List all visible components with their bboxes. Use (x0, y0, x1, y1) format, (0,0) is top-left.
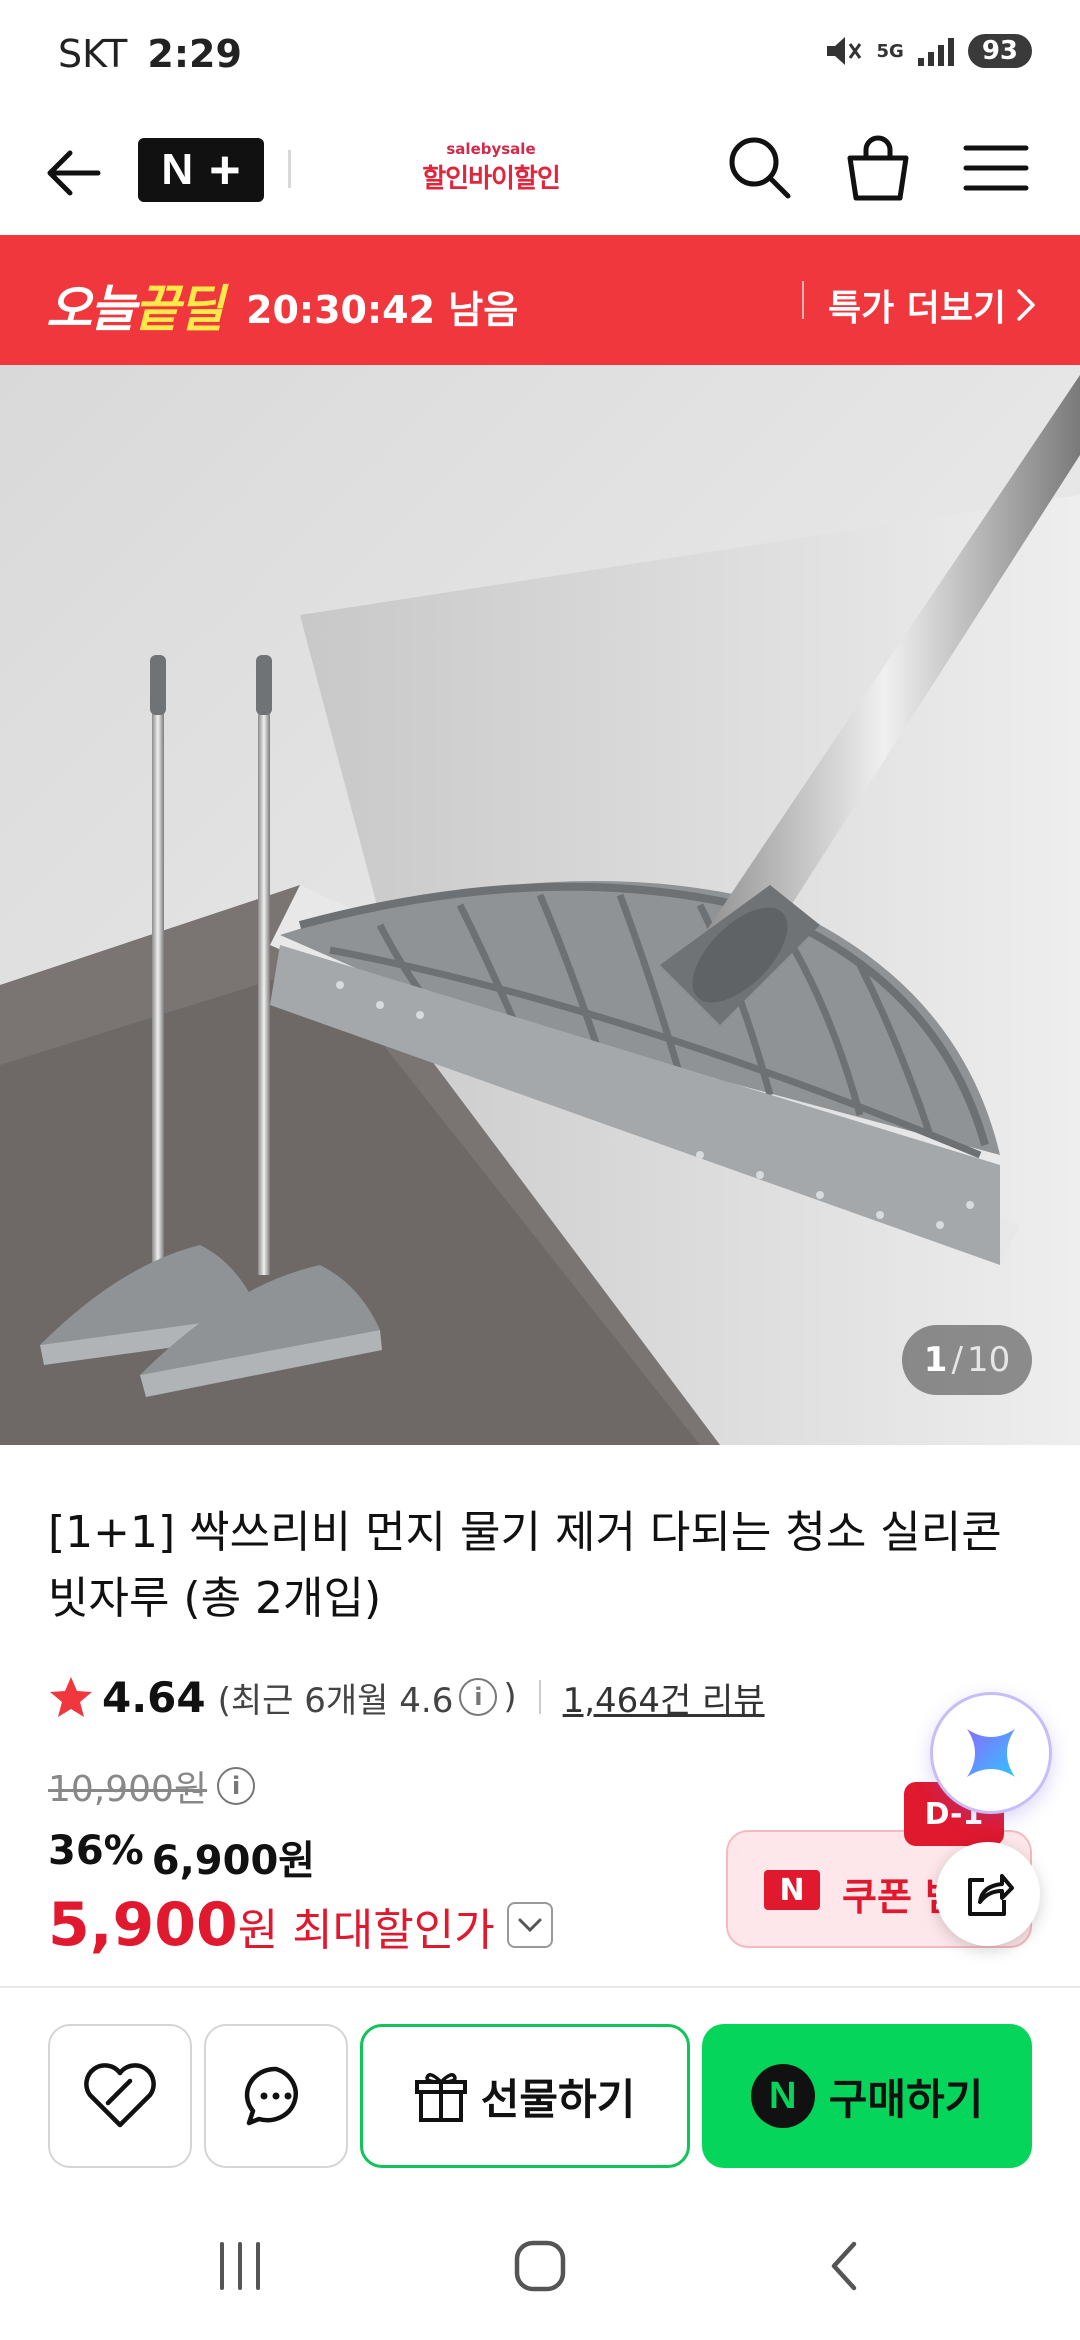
share-icon (968, 1874, 1014, 1916)
clock: 2:29 (147, 32, 242, 76)
chevron-down-icon (518, 1918, 542, 1933)
discount-rate: 36% (48, 1828, 144, 1874)
today-deal-banner[interactable]: 오늘끝딜 20:30:42 남음 특가 더보기 (0, 235, 1080, 365)
status-bar: SKT 2:29 5G 93 (0, 0, 1080, 110)
recent-apps-icon (220, 2242, 260, 2290)
max-discount-price: 5,900 (48, 1890, 238, 1960)
store-logo-main: 할인바이할인 (422, 164, 561, 194)
recent-apps-button[interactable] (190, 2226, 290, 2306)
max-discount-dropdown[interactable] (506, 1902, 553, 1948)
recent-rating-text: (최근 6개월 4.6 (217, 1680, 454, 1721)
store-logo-sub: salebysale (446, 140, 536, 158)
image-counter-total: 10 (966, 1340, 1011, 1380)
sale-price-row: 36% 6,900원 (48, 1828, 315, 1886)
sale-price: 6,900원 (151, 1838, 316, 1884)
ai-assistant-button[interactable] (930, 1692, 1052, 1814)
back-button[interactable] (40, 138, 110, 208)
recent-rating-close: ) (503, 1677, 517, 1717)
deal-logo-part1: 오늘 (46, 280, 136, 338)
cart-button[interactable] (838, 128, 918, 208)
original-price-row: 10,900원 i (48, 1760, 256, 1812)
deal-divider (802, 281, 804, 319)
top-header: N + salebysale 할인바이할인 (0, 110, 1080, 235)
ai-sparkle-icon (967, 1729, 1015, 1777)
max-discount-unit: 원 (237, 1905, 279, 1956)
chevron-left-icon (831, 2241, 857, 2291)
deal-timer: 20:30:42 남음 (246, 288, 519, 332)
naver-n-icon: N (764, 1870, 820, 1910)
info-icon[interactable]: i (459, 1678, 498, 1716)
product-photo (0, 365, 1080, 1445)
hamburger-menu-icon (963, 145, 1029, 191)
plus-icon: + (209, 140, 241, 200)
price-info-icon[interactable]: i (217, 1767, 256, 1805)
shopping-bag-icon (847, 135, 909, 201)
rating-score: 4.64 (102, 1672, 206, 1722)
mute-icon (826, 37, 861, 65)
chevron-right-icon (1017, 289, 1035, 321)
system-navigation-bar (0, 2186, 1080, 2340)
chat-inquiry-button[interactable] (204, 2024, 348, 2168)
rating-divider (538, 1680, 541, 1714)
purchase-action-bar: 선물하기 N 구매하기 (0, 1986, 1080, 2186)
naver-pay-icon: N (750, 2064, 815, 2128)
review-count-link[interactable]: 1,464건 리뷰 (563, 1673, 765, 1722)
image-counter: 1 / 10 (902, 1325, 1032, 1395)
max-discount-label: 최대할인가 (292, 1905, 495, 1956)
image-counter-current: 1 (923, 1340, 948, 1380)
product-title: [1+1] 싹쓰리비 먼지 물기 제거 다되는 청소 실리콘 빗자루 (총 2개… (48, 1507, 1002, 1624)
buy-label: 구매하기 (828, 2074, 984, 2124)
max-discount-row: 5,900 원 최대할인가 (48, 1890, 553, 1960)
deal-logo-part2: 끝딜 (134, 280, 224, 338)
wishlist-button[interactable] (48, 2024, 192, 2168)
gift-button[interactable]: 선물하기 (360, 2024, 690, 2168)
gift-icon (414, 2073, 467, 2122)
search-button[interactable] (720, 128, 800, 208)
product-image-gallery[interactable] (0, 365, 1080, 1445)
gift-label: 선물하기 (480, 2074, 636, 2124)
status-carrier-time: SKT 2:29 (58, 32, 242, 76)
status-icons: 5G 93 (825, 34, 1032, 68)
network-label: 5G (876, 40, 904, 62)
signal-icon (917, 36, 954, 66)
store-logo[interactable]: salebysale 할인바이할인 (416, 140, 566, 195)
deal-more-label: 특가 더보기 (828, 288, 1007, 329)
recent-rating: (최근 6개월 4.6 i ) (218, 1673, 517, 1722)
nplus-n: N (161, 145, 194, 194)
back-arrow-icon (47, 150, 101, 196)
share-button[interactable] (936, 1842, 1040, 1946)
original-price: 10,900원 (48, 1769, 208, 1810)
carrier-label: SKT (58, 32, 128, 76)
naver-plus-logo[interactable]: N + (138, 138, 264, 202)
menu-button[interactable] (956, 128, 1036, 208)
image-counter-separator: / (951, 1340, 963, 1380)
deal-more-link[interactable]: 특가 더보기 (828, 279, 1036, 331)
search-icon (729, 137, 791, 199)
home-button[interactable] (490, 2226, 590, 2306)
battery-badge: 93 (967, 34, 1032, 68)
star-icon (50, 1677, 92, 1717)
header-divider (288, 150, 291, 188)
rating-row: 4.64 (최근 6개월 4.6 i ) 1,464건 리뷰 (48, 1668, 765, 1726)
today-deal-logo: 오늘끝딜 (46, 269, 224, 341)
chat-bubble-icon (244, 2066, 298, 2126)
system-back-button[interactable] (794, 2226, 894, 2306)
heart-icon (84, 2063, 156, 2128)
buy-button[interactable]: N 구매하기 (702, 2024, 1032, 2168)
home-icon (514, 2240, 566, 2292)
